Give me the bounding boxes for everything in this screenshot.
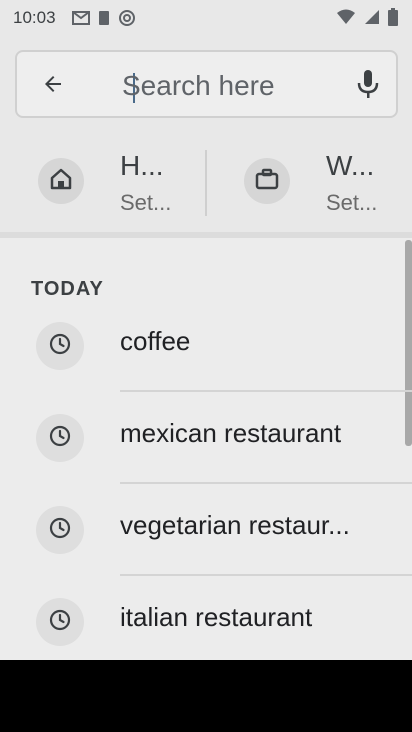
history-icon-circle — [36, 506, 84, 554]
section-divider — [0, 232, 412, 238]
history-item[interactable]: mexican restaurant — [0, 392, 412, 484]
history-item[interactable]: italian restaurant — [0, 576, 412, 660]
search-box — [15, 50, 398, 118]
history-item[interactable]: vegetarian restaur... — [0, 484, 412, 576]
search-header — [0, 36, 412, 132]
gmail-icon — [72, 11, 90, 30]
status-left-icons — [72, 9, 136, 32]
briefcase-icon — [255, 168, 279, 195]
signal-icon — [364, 9, 380, 30]
home-shortcut-title: H... — [120, 150, 164, 181]
work-shortcut-subtitle: Set... — [326, 190, 378, 215]
clock-icon — [48, 516, 72, 545]
history-item-label: mexican restaurant — [120, 418, 342, 448]
history-icon-circle — [36, 598, 84, 646]
history-icon-circle — [36, 322, 84, 370]
work-icon-circle — [244, 158, 290, 204]
home-icon-circle — [38, 158, 84, 204]
voice-search-button[interactable] — [350, 68, 386, 104]
arrow-back-icon — [41, 72, 65, 101]
history-item[interactable]: coffee — [0, 300, 412, 392]
clock-icon — [48, 332, 72, 361]
mic-icon — [357, 69, 379, 104]
back-button[interactable] — [37, 70, 69, 102]
wifi-icon — [336, 9, 356, 30]
system-navigation-bar — [0, 660, 412, 732]
saved-places-shortcuts: H... Set... W... Set... — [0, 132, 412, 232]
clock-icon — [48, 608, 72, 637]
battery-icon — [388, 8, 398, 31]
status-right-icons — [336, 8, 398, 31]
shortcut-divider — [205, 150, 207, 216]
history-item-label: vegetarian restaur... — [120, 510, 350, 540]
work-shortcut[interactable]: W... Set... — [244, 142, 412, 222]
status-time: 10:03 — [13, 8, 56, 27]
square-icon — [98, 10, 110, 31]
home-shortcut-subtitle: Set... — [120, 190, 172, 215]
search-history-list: TODAY coffee mexican restaurant vegetari… — [0, 232, 412, 660]
history-item-label: coffee — [120, 326, 191, 356]
home-icon — [50, 168, 72, 195]
clock-icon — [48, 424, 72, 453]
status-bar: 10:03 — [0, 0, 412, 36]
section-label-today: TODAY — [31, 278, 104, 300]
history-icon-circle — [36, 414, 84, 462]
at-icon — [118, 9, 136, 32]
search-input[interactable] — [122, 66, 322, 106]
work-shortcut-title: W... — [326, 150, 375, 181]
home-shortcut[interactable]: H... Set... — [38, 142, 188, 222]
history-item-label: italian restaurant — [120, 602, 313, 632]
